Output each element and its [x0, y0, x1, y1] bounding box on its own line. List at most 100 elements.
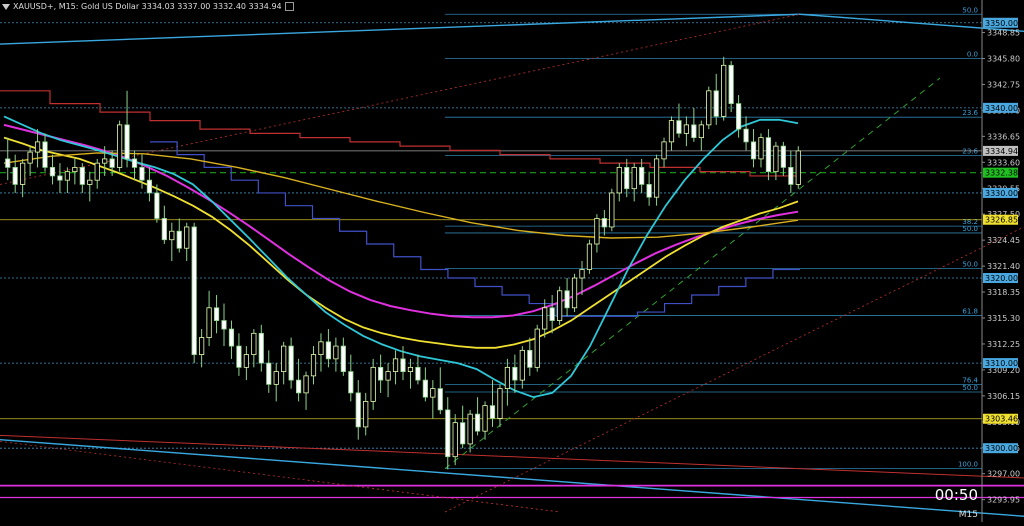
- candle-body: [5, 158, 11, 168]
- candle-body: [109, 158, 115, 168]
- candle-body: [355, 392, 361, 428]
- price-chart: 0.023.623.638.250.050.061.876.450.0100.0…: [0, 0, 1024, 522]
- candle-body: [750, 141, 757, 160]
- candle-body: [668, 120, 675, 143]
- candle-body: [199, 337, 205, 355]
- candle-body: [676, 120, 682, 134]
- candle-body: [557, 290, 563, 321]
- candle-body: [139, 167, 145, 181]
- candle-body: [325, 341, 332, 360]
- candle-body: [415, 366, 421, 381]
- price-tick-label: 3297.00: [987, 470, 1020, 479]
- price-tick-label: 3333.60: [987, 158, 1020, 167]
- candle-body: [228, 328, 235, 347]
- price-tag-label: 3320.00: [985, 274, 1018, 283]
- candle-body: [653, 158, 660, 198]
- dropdown-icon[interactable]: [2, 3, 10, 10]
- candle-body: [333, 345, 339, 360]
- candle-body: [243, 354, 249, 368]
- candle-body: [661, 141, 667, 160]
- price-tick-label: 3342.75: [987, 80, 1020, 89]
- candle-body: [586, 243, 593, 270]
- candle-body: [452, 422, 458, 458]
- candle-body: [102, 158, 108, 164]
- candle-body: [616, 167, 622, 194]
- fib-level-label: 100.0: [958, 461, 978, 469]
- candle-body: [721, 64, 727, 117]
- candle-body: [116, 124, 123, 168]
- price-tag-label: 3303.46: [985, 415, 1018, 424]
- candle-body: [281, 345, 287, 373]
- price-tag-label: 3330.00: [985, 189, 1018, 198]
- price-tick-label: 3321.40: [987, 262, 1020, 271]
- price-tick-label: 3336.65: [987, 132, 1020, 141]
- candle-body: [631, 167, 637, 190]
- price-tick-label: 3293.95: [987, 496, 1020, 505]
- candle-body: [601, 218, 607, 228]
- candle-body: [698, 124, 704, 139]
- candle-body: [780, 145, 786, 168]
- candle-body: [385, 371, 391, 381]
- fib-level-label: 61.8: [962, 307, 978, 315]
- bar-countdown: 00:50: [934, 486, 978, 504]
- candle-body: [422, 379, 428, 398]
- candle-body: [146, 179, 153, 194]
- candle-body: [154, 192, 160, 219]
- candle-body: [348, 371, 354, 394]
- candle-body: [624, 167, 630, 190]
- candle-body: [288, 345, 294, 381]
- candle-body: [318, 341, 324, 355]
- candle-body: [370, 366, 376, 402]
- candle-body: [206, 307, 212, 338]
- candle-body: [72, 167, 78, 173]
- candle-body: [42, 141, 48, 168]
- candle-body: [534, 328, 540, 368]
- candle-body: [489, 405, 496, 419]
- candle-body: [594, 218, 600, 245]
- price-tick-label: 3315.30: [987, 314, 1020, 323]
- candle-body: [474, 413, 481, 432]
- candle-body: [758, 137, 764, 160]
- fib-level-label: 50.0: [962, 261, 978, 269]
- candle-body: [57, 175, 63, 181]
- candle-body: [736, 103, 742, 130]
- settings-icon[interactable]: [284, 2, 294, 11]
- price-tag-label: 3332.38: [985, 169, 1018, 178]
- candle-body: [251, 332, 257, 355]
- candle-body: [579, 269, 585, 279]
- candle-body: [161, 218, 167, 241]
- candle-body: [765, 137, 772, 173]
- price-tick-label: 3312.25: [987, 340, 1020, 349]
- candle-body: [20, 162, 26, 185]
- candle-body: [609, 192, 615, 228]
- candle-body: [363, 400, 369, 428]
- candle-body: [773, 145, 779, 173]
- candle-body: [512, 366, 518, 381]
- candle-body: [79, 167, 85, 185]
- candle-body: [310, 354, 317, 377]
- candle-body: [303, 375, 309, 394]
- candle-body: [131, 158, 138, 168]
- candle-body: [295, 379, 302, 394]
- price-tag-label: 3350.00: [985, 19, 1018, 28]
- candle-body: [94, 162, 100, 181]
- candle-body: [273, 371, 279, 385]
- candle-body: [124, 124, 130, 160]
- candle-body: [221, 320, 227, 330]
- candle-body: [184, 226, 190, 249]
- candle-body: [258, 332, 264, 364]
- candle-body: [169, 230, 175, 241]
- fib-level-label: 0.0: [967, 50, 978, 58]
- candle-body: [266, 362, 272, 385]
- fib-level-label: 50.0: [962, 384, 978, 392]
- price-tick-label: 3348.85: [987, 29, 1020, 38]
- candle-body: [646, 184, 652, 198]
- price-tag-label: 3310.00: [985, 359, 1018, 368]
- candle-body: [87, 179, 93, 185]
- candle-body: [795, 150, 801, 185]
- candle-body: [639, 167, 645, 185]
- candle-body: [519, 349, 525, 381]
- symbol-header: XAUUSD+, M15: Gold US Dollar 3334.03 333…: [2, 2, 294, 11]
- candle-body: [191, 226, 197, 355]
- chart-area[interactable]: 0.0 23.6 23.6 38.2 50.0 50.0 61.8 76.4 50.0 100.0…: [0, 0, 1024, 522]
